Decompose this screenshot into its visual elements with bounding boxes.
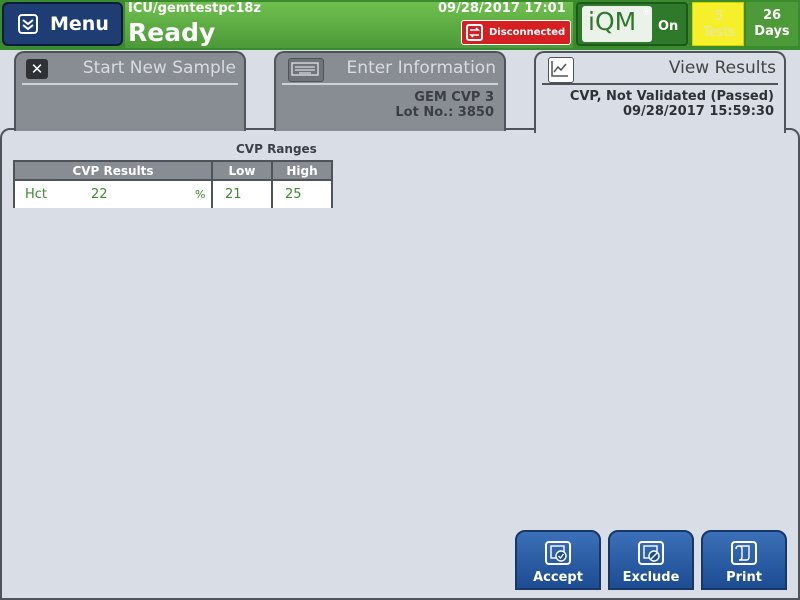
print-label: Print (726, 570, 762, 585)
low-range-value: 21 (213, 181, 271, 208)
accept-label: Accept (533, 570, 583, 585)
tab-title: Enter Information (346, 58, 496, 78)
tab-view-results[interactable]: View Results CVP, Not Validated (Passed)… (534, 51, 786, 133)
menu-button[interactable]: Menu (2, 2, 123, 46)
results-table: CVP Results Low High Hct 22 % 21 25 (13, 160, 333, 208)
tab-divider (542, 83, 778, 85)
keyboard-icon (288, 58, 324, 82)
tab-divider (282, 83, 498, 85)
high-range-value: 25 (273, 181, 331, 208)
days-count: 26 (762, 8, 782, 23)
accept-icon (545, 541, 571, 565)
print-button[interactable]: Print (701, 530, 787, 590)
exclude-icon (638, 541, 664, 565)
sample-datetime: 09/28/2017 15:59:30 (622, 104, 774, 119)
column-divider (211, 162, 213, 208)
connection-label: Disconnected (489, 27, 566, 38)
chart-icon (548, 57, 574, 83)
analyte-value: 22 (91, 187, 108, 202)
analyte-name: Hct (25, 187, 48, 202)
disconnect-icon (466, 24, 483, 41)
iqm-status-button[interactable]: iQM ® On (576, 2, 688, 46)
sample-status: CVP, Not Validated (Passed) (569, 89, 774, 104)
location-text: ICU/gemtestpc18z (128, 1, 262, 16)
tests-remaining-button[interactable]: 5 Tests (692, 2, 744, 46)
registered-mark: ® (642, 8, 651, 18)
datetime-text: 09/28/2017 17:01 (438, 1, 566, 16)
cartridge-name: GEM CVP 3 (414, 90, 494, 105)
print-icon (731, 541, 757, 565)
menu-label: Menu (50, 13, 109, 35)
table-row[interactable]: Hct 22 % (15, 181, 211, 208)
chevron-down-icon (18, 14, 38, 34)
days-remaining-button[interactable]: 26 Days (746, 2, 798, 46)
ranges-label: CVP Ranges (236, 142, 317, 156)
exclude-label: Exclude (622, 570, 680, 585)
tab-enter-information[interactable]: Enter Information GEM CVP 3 Lot No.: 385… (274, 51, 506, 131)
tab-divider (22, 83, 238, 85)
column-divider (271, 162, 273, 208)
exclude-button[interactable]: Exclude (608, 530, 694, 590)
connection-status-button[interactable]: Disconnected (461, 20, 571, 45)
tab-title: View Results (668, 58, 776, 78)
iqm-state: On (658, 19, 679, 34)
analyzer-status: Ready (128, 18, 216, 47)
analyte-unit: % (195, 188, 206, 201)
header-divider (15, 179, 331, 181)
tab-title: Start New Sample (82, 58, 236, 78)
lot-number: Lot No.: 3850 (395, 105, 494, 120)
tests-label: Tests (702, 25, 736, 40)
accept-button[interactable]: Accept (515, 530, 601, 590)
tab-start-new-sample[interactable]: ✕ Start New Sample (14, 51, 246, 131)
close-icon[interactable]: ✕ (26, 59, 48, 79)
tests-count: 5 (714, 9, 724, 24)
days-label: Days (754, 24, 790, 39)
